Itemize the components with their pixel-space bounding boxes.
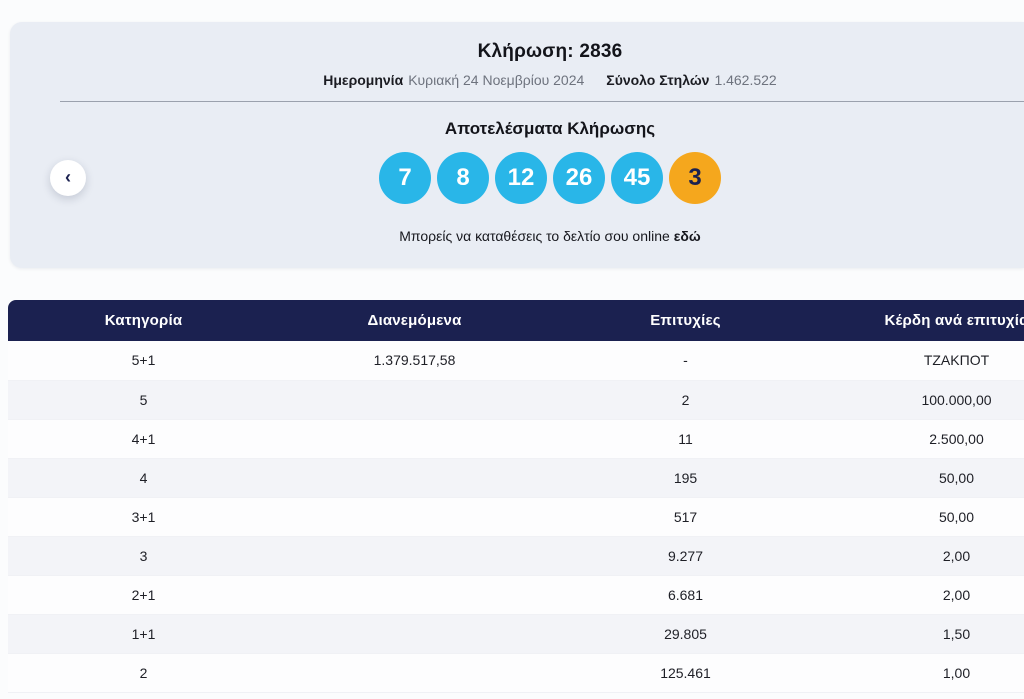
cell-category: 5+1: [8, 341, 279, 381]
cell-distributed: [279, 497, 550, 537]
results-table: Κατηγορία Διανεμόμενα Επιτυχίες Κέρδη αν…: [8, 300, 1024, 693]
online-submit-text-body: Μπορείς να καταθέσεις το δελτίο σου onli…: [399, 228, 670, 244]
table-header-row: Κατηγορία Διανεμόμενα Επιτυχίες Κέρδη αν…: [8, 300, 1024, 341]
column-header-prize: Κέρδη ανά επιτυχία: [821, 300, 1024, 341]
total-columns: Σύνολο Στηλών 1.462.522: [606, 72, 776, 88]
online-submit-link[interactable]: εδώ: [674, 228, 701, 244]
table-row: 5 2 100.000,00: [8, 380, 1024, 420]
cell-prize: 50,00: [821, 458, 1024, 498]
cell-prize: 1,50: [821, 614, 1024, 654]
chevron-left-icon: ‹: [65, 167, 71, 187]
table-row: 3 9.277 2,00: [8, 536, 1024, 576]
cell-winners: 125.461: [550, 653, 821, 693]
cell-category: 1+1: [8, 614, 279, 654]
cell-distributed: [279, 380, 550, 420]
cell-winners: 9.277: [550, 536, 821, 576]
table-row: 1+1 29.805 1,50: [8, 614, 1024, 654]
cell-distributed: 1.379.517,58: [279, 341, 550, 381]
draw-title: Κλήρωση: 2836: [477, 41, 623, 62]
cell-distributed: [279, 458, 550, 498]
table-row: 4+1 11 2.500,00: [8, 419, 1024, 459]
cell-distributed: [279, 419, 550, 459]
table-row: 2 125.461 1,00: [8, 653, 1024, 693]
cell-distributed: [279, 575, 550, 615]
winning-number-ball: 8: [437, 152, 489, 204]
cell-prize: 2,00: [821, 536, 1024, 576]
cell-distributed: [279, 614, 550, 654]
cell-category: 3+1: [8, 497, 279, 537]
cell-category: 4: [8, 458, 279, 498]
cell-prize: 2,00: [821, 575, 1024, 615]
cell-category: 4+1: [8, 419, 279, 459]
joker-number-ball: 3: [669, 152, 721, 204]
cell-distributed: [279, 536, 550, 576]
cell-winners: 2: [550, 380, 821, 420]
draw-meta: Ημερομηνία Κυριακή 24 Νοεμβρίου 2024 Σύνο…: [60, 72, 1024, 88]
column-header-winners: Επιτυχίες: [550, 300, 821, 341]
prize-table-container: Κατηγορία Διανεμόμενα Επιτυχίες Κέρδη αν…: [8, 300, 1024, 693]
previous-draw-button[interactable]: ‹: [50, 160, 86, 196]
draw-date: Ημερομηνία Κυριακή 24 Νοεμβρίου 2024: [323, 72, 584, 88]
draw-date-value: Κυριακή 24 Νοεμβρίου 2024: [408, 72, 585, 88]
draw-date-label: Ημερομηνία: [323, 72, 404, 88]
cell-prize: 100.000,00: [821, 380, 1024, 420]
cell-category: 3: [8, 536, 279, 576]
table-row: 3+1 517 50,00: [8, 497, 1024, 537]
online-submit-text: Μπορείς να καταθέσεις το δελτίο σου onli…: [60, 228, 1024, 244]
cell-prize: 1,00: [821, 653, 1024, 693]
cell-prize: ΤΖΑΚΠΟΤ: [821, 341, 1024, 381]
table-row: 5+1 1.379.517,58 - ΤΖΑΚΠΟΤ: [8, 341, 1024, 381]
cell-winners: 517: [550, 497, 821, 537]
cell-winners: 29.805: [550, 614, 821, 654]
winning-number-ball: 26: [553, 152, 605, 204]
total-columns-label: Σύνολο Στηλών: [606, 72, 710, 88]
column-header-category: Κατηγορία: [8, 300, 279, 341]
total-columns-value: 1.462.522: [714, 72, 777, 88]
winning-number-ball: 12: [495, 152, 547, 204]
winning-number-ball: 45: [611, 152, 663, 204]
results-title: Αποτελέσματα Κλήρωσης: [444, 119, 656, 138]
table-row: 2+1 6.681 2,00: [8, 575, 1024, 615]
cell-winners: 6.681: [550, 575, 821, 615]
cell-prize: 2.500,00: [821, 419, 1024, 459]
winning-number-ball: 7: [379, 152, 431, 204]
draw-results-banner: ‹ Κλήρωση: 2836 Ημερομηνία Κυριακή 24 Νοε…: [10, 22, 1024, 268]
cell-winners: 195: [550, 458, 821, 498]
banner-divider: [60, 101, 1024, 102]
cell-category: 2+1: [8, 575, 279, 615]
cell-distributed: [279, 653, 550, 693]
cell-category: 5: [8, 380, 279, 420]
cell-prize: 50,00: [821, 497, 1024, 537]
banner-content: Κλήρωση: 2836 Ημερομηνία Κυριακή 24 Νοεμβ…: [60, 22, 1024, 244]
column-header-distributed: Διανεμόμενα: [279, 300, 550, 341]
cell-category: 2: [8, 653, 279, 693]
winning-numbers: 7 8 12 26 45 3: [60, 152, 1024, 204]
cell-winners: 11: [550, 419, 821, 459]
table-row: 4 195 50,00: [8, 458, 1024, 498]
cell-winners: -: [550, 341, 821, 381]
